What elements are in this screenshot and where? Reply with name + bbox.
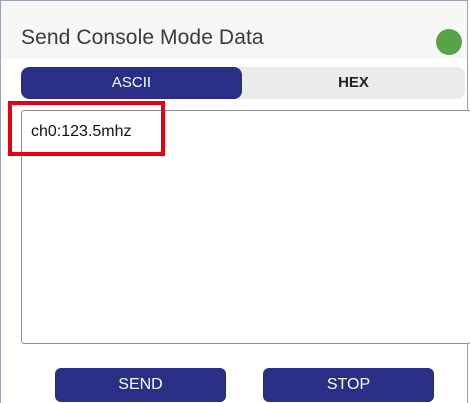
console-mode-panel: Send Console Mode Data ASCII HEX ch0:123… [0,0,470,403]
connection-status-icon [436,29,462,55]
panel-header: Send Console Mode Data [1,1,467,59]
stop-button[interactable]: STOP [263,368,434,402]
panel-title: Send Console Mode Data [21,26,264,49]
data-textarea-value: ch0:123.5mhz [31,123,132,140]
mode-segmented-control: ASCII HEX [21,67,465,99]
send-button[interactable]: SEND [55,368,226,402]
data-textarea[interactable]: ch0:123.5mhz [21,110,470,344]
tab-hex[interactable]: HEX [242,67,465,99]
tab-ascii[interactable]: ASCII [21,67,242,99]
